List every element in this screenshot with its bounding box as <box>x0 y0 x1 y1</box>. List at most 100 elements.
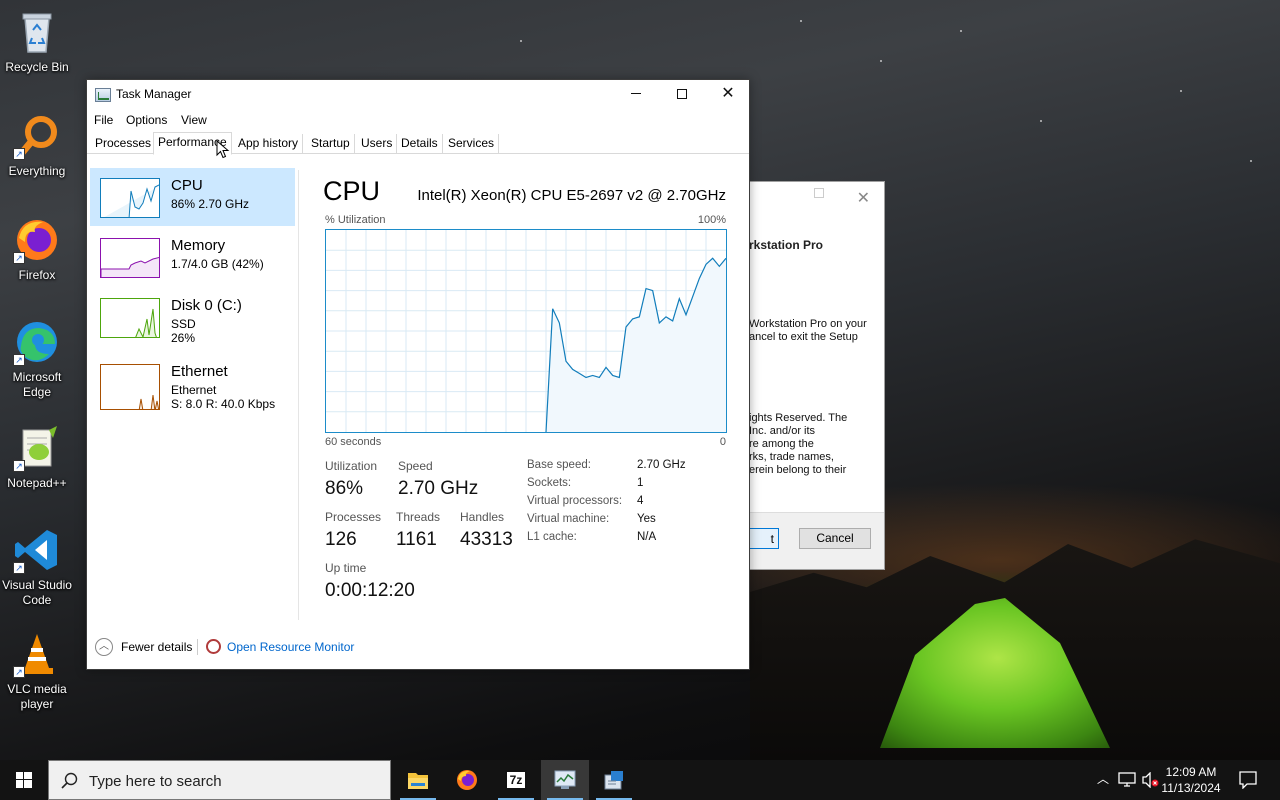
sidebar-item-label: Memory <box>171 237 226 254</box>
resource-monitor-icon <box>206 639 221 654</box>
desktop-icon-label: Recycle Bin <box>5 60 69 74</box>
virtual-machine-value: Yes <box>637 513 656 525</box>
tab-bar: Processes Performance App history Startu… <box>87 132 749 155</box>
desktop-icon-label: Visual Studio Code <box>2 578 72 607</box>
handles-value: 43313 <box>460 529 513 550</box>
system-clock[interactable]: 12:09 AM 11/13/2024 <box>1160 764 1222 796</box>
setup-heading: rkstation Pro <box>749 238 824 252</box>
virtual-processors-value: 4 <box>637 495 644 507</box>
sockets-value: 1 <box>637 477 644 489</box>
windows-logo-icon <box>16 772 32 788</box>
y-max-label: 100% <box>697 214 726 226</box>
next-button-label: t <box>770 532 774 546</box>
setup-text: Workstation Pro on your <box>749 318 867 330</box>
taskbar-firefox[interactable] <box>443 760 491 800</box>
next-button[interactable]: t <box>749 528 779 549</box>
desktop-icon-vlc[interactable]: ↗ VLC media player <box>2 630 72 712</box>
desktop-icon-firefox[interactable]: ↗ Firefox <box>2 216 72 283</box>
taskbar-file-explorer[interactable] <box>394 760 442 800</box>
taskbar-setup[interactable] <box>590 760 638 800</box>
processor-name: Intel(R) Xeon(R) CPU E5-2697 v2 @ 2.70GH… <box>417 187 726 204</box>
menu-options[interactable]: Options <box>126 113 167 127</box>
desktop-icon-everything[interactable]: ↗ Everything <box>2 112 72 179</box>
setup-legal-line: erein belong to their <box>749 464 847 476</box>
tab-app-history[interactable]: App history <box>234 134 304 154</box>
wallpaper-star <box>1180 90 1182 92</box>
setup-legal-line: rks, trade names, <box>749 451 834 463</box>
x-right-label: 0 <box>719 436 726 448</box>
shortcut-arrow-icon: ↗ <box>13 252 25 264</box>
sidebar-item-detail: 1.7/4.0 GB (42%) <box>171 257 264 271</box>
uptime-value: 0:00:12:20 <box>325 580 415 601</box>
disk-mini-graph <box>100 298 160 338</box>
wallpaper-star <box>960 30 962 32</box>
speed-value: 2.70 GHz <box>398 478 479 499</box>
title-bar[interactable]: Task Manager ✕ <box>87 80 749 110</box>
task-manager-window[interactable]: Task Manager ✕ File Options View Process… <box>86 79 750 670</box>
minimize-button[interactable] <box>613 80 659 110</box>
desktop-icon-recycle-bin[interactable]: Recycle Bin <box>2 8 72 75</box>
notification-icon <box>1239 771 1257 789</box>
tab-processes[interactable]: Processes <box>91 134 157 154</box>
start-button[interactable] <box>0 760 48 800</box>
volume-muted-icon[interactable] <box>1141 772 1159 788</box>
fewer-details-label: Fewer details <box>121 640 193 654</box>
base-speed-label: Base speed: <box>527 459 591 471</box>
close-button[interactable]: ✕ <box>705 80 751 110</box>
sidebar-item-memory[interactable]: Memory 1.7/4.0 GB (42%) <box>90 228 295 286</box>
desktop-icon-notepadpp[interactable]: ↗ Notepad++ <box>2 424 72 491</box>
search-box[interactable]: Type here to search <box>48 760 391 800</box>
recycle-bin-icon <box>13 8 61 56</box>
cpu-graph-svg <box>326 230 727 433</box>
sidebar-item-detail: S: 8.0 R: 40.0 Kbps <box>171 397 276 411</box>
menu-view[interactable]: View <box>181 113 207 127</box>
sidebar-item-disk[interactable]: Disk 0 (C:) SSD 26% <box>90 288 295 346</box>
footer-divider <box>197 639 198 655</box>
window-title: Task Manager <box>116 87 192 101</box>
sidebar-item-detail: 86% 2.70 GHz <box>171 197 250 211</box>
open-resource-monitor-label: Open Resource Monitor <box>227 640 355 654</box>
desktop-icon-edge[interactable]: ↗ Microsoft Edge <box>2 318 72 400</box>
show-hidden-icons-button[interactable]: ︿ <box>1094 770 1112 790</box>
shortcut-arrow-icon: ↗ <box>13 562 25 574</box>
shortcut-arrow-icon: ↗ <box>13 354 25 366</box>
chevron-up-icon: ︿ <box>95 638 113 656</box>
tab-startup[interactable]: Startup <box>307 134 355 154</box>
cpu-utilization-graph <box>325 229 727 433</box>
7zip-icon: 7z <box>505 770 527 790</box>
maximize-icon <box>814 188 824 198</box>
desktop-icon-vscode[interactable]: ↗ Visual Studio Code <box>2 526 72 608</box>
sidebar-item-detail: 26% <box>171 331 196 345</box>
desktop-icon-label: VLC media player <box>7 682 67 711</box>
tab-users[interactable]: Users <box>357 134 398 154</box>
taskbar-task-manager[interactable] <box>541 760 589 800</box>
l1-cache-value: N/A <box>637 531 657 543</box>
l1-cache-label: L1 cache: <box>527 531 577 543</box>
sidebar-item-cpu[interactable]: CPU 86% 2.70 GHz <box>90 168 295 226</box>
desktop-icon-label: Notepad++ <box>7 476 67 490</box>
menu-bar: File Options View <box>87 110 749 130</box>
action-center-button[interactable] <box>1228 760 1268 800</box>
threads-label: Threads <box>396 510 441 524</box>
minimize-icon <box>631 93 641 95</box>
cpu-area-fill <box>546 258 726 432</box>
sidebar-item-ethernet[interactable]: Ethernet Ethernet S: 8.0 R: 40.0 Kbps <box>90 354 295 412</box>
tab-details[interactable]: Details <box>397 134 443 154</box>
network-icon[interactable] <box>1118 772 1136 788</box>
cancel-button[interactable]: Cancel <box>799 528 871 549</box>
desktop-icon-label: Microsoft Edge <box>12 370 62 399</box>
handles-label: Handles <box>460 510 505 524</box>
shortcut-arrow-icon: ↗ <box>13 148 25 160</box>
sidebar-item-label: Disk 0 (C:) <box>171 297 242 314</box>
setup-dialog[interactable]: ✕ rkstation Pro Workstation Pro on your … <box>748 181 885 570</box>
shortcut-arrow-icon: ↗ <box>13 460 25 472</box>
firefox-icon: ↗ <box>13 216 61 264</box>
cpu-mini-graph <box>100 178 160 218</box>
taskbar-7zip[interactable]: 7z <box>492 760 540 800</box>
setup-titlebar[interactable]: ✕ <box>749 182 884 212</box>
menu-file[interactable]: File <box>94 113 113 127</box>
maximize-button[interactable] <box>659 80 705 110</box>
tab-services[interactable]: Services <box>444 134 500 154</box>
close-icon[interactable]: ✕ <box>857 188 870 208</box>
pane-divider <box>298 170 299 620</box>
